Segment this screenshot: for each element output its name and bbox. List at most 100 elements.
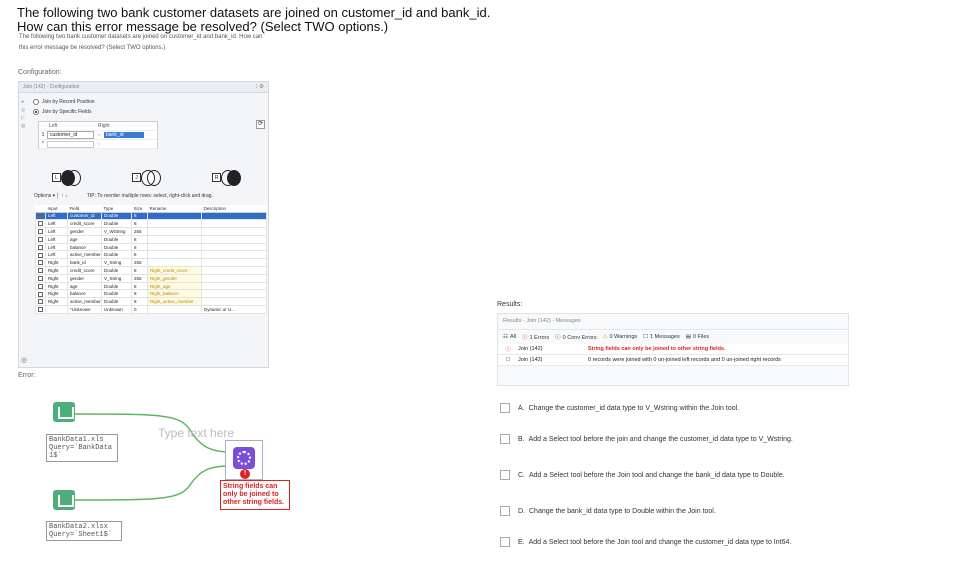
option-checkbox[interactable] — [500, 434, 510, 444]
options-button[interactable]: Options ▾ │ ↑ ↓ — [34, 193, 67, 199]
cell-size[interactable]: 8 — [131, 266, 148, 275]
checkbox-icon[interactable] — [38, 236, 43, 242]
cell-size[interactable]: 8 — [131, 211, 148, 221]
cell-field[interactable]: *Unknown — [67, 305, 102, 314]
field-row[interactable]: Right balance Double 8 Right_balance — [35, 289, 267, 299]
field-row[interactable]: Right age Double 8 Right_age — [35, 281, 267, 291]
cell-size[interactable]: 255 — [131, 258, 148, 268]
cell-check[interactable] — [35, 234, 46, 244]
cell-field[interactable]: balance — [67, 289, 102, 299]
cell-rename[interactable] — [147, 305, 202, 314]
cell-rename[interactable] — [147, 227, 202, 236]
cell-size[interactable]: 8 — [131, 219, 148, 229]
cell-size[interactable]: 8 — [131, 242, 148, 252]
cell-desc[interactable] — [201, 234, 267, 244]
option-checkbox[interactable] — [500, 470, 510, 480]
cell-rename[interactable] — [147, 242, 202, 252]
field-row[interactable]: Left credit_score Double 8 — [35, 219, 267, 229]
cell-size[interactable]: 255 — [131, 273, 148, 283]
cell-check[interactable] — [35, 297, 46, 307]
cell-input[interactable]: Left — [45, 242, 68, 252]
checkbox-icon[interactable] — [38, 307, 43, 313]
cell-check[interactable] — [35, 266, 46, 275]
field-row[interactable]: Left customer_id Double 8 — [35, 211, 267, 221]
cell-field[interactable]: bank_id — [67, 258, 102, 268]
cell-type[interactable]: Double — [101, 297, 132, 307]
join-tool-icon[interactable]: ! — [225, 440, 263, 480]
col-input[interactable]: Input — [45, 205, 68, 213]
cell-check[interactable] — [35, 305, 46, 314]
cell-desc[interactable] — [201, 219, 267, 229]
filter-3[interactable]: ⚠ 0 Warnings — [603, 334, 638, 340]
cell-desc[interactable] — [201, 273, 267, 283]
cell-field[interactable]: active_member — [67, 250, 102, 260]
answer-option-e[interactable]: E. Add a Select tool before the Join tool… — [500, 537, 860, 565]
cell-size[interactable]: 8 — [131, 281, 148, 291]
cell-input[interactable] — [45, 305, 68, 314]
col-type[interactable]: Type — [101, 205, 132, 213]
cell-input[interactable]: Right — [45, 297, 68, 307]
result-row[interactable]: ⓘ Join (142) String fields can only be joi… — [498, 344, 848, 355]
result-row[interactable]: ☐ Join (142) 0 records were joined with 0 … — [498, 355, 848, 366]
cell-check[interactable] — [35, 250, 46, 260]
cell-type[interactable]: V_WString — [101, 227, 132, 236]
field-row[interactable]: Left age Double 8 — [35, 234, 267, 244]
cell-size[interactable]: 8 — [131, 297, 148, 307]
cell-size[interactable]: 8 — [131, 289, 148, 299]
cell-desc[interactable] — [201, 258, 267, 268]
checkbox-icon[interactable] — [38, 283, 43, 289]
checkbox-icon[interactable] — [38, 260, 43, 266]
refresh-icon[interactable]: ⟳ — [256, 120, 265, 129]
cell-check[interactable] — [35, 273, 46, 283]
cell-field[interactable]: credit_score — [67, 266, 102, 275]
input-tool-1-icon[interactable] — [53, 402, 75, 422]
cell-desc[interactable] — [201, 297, 267, 307]
cell-input[interactable]: Left — [45, 227, 68, 236]
field-row[interactable]: Right gender V_String 255 Right_gender — [35, 273, 267, 283]
cell-size[interactable]: 0 — [131, 305, 148, 314]
cell-size[interactable]: 255 — [131, 227, 148, 236]
filter-5[interactable]: ▤ 0 Files — [686, 334, 709, 340]
cell-check[interactable] — [35, 258, 46, 268]
cell-type[interactable]: Double — [101, 289, 132, 299]
cell-desc[interactable] — [201, 211, 267, 221]
checkbox-icon[interactable] — [38, 268, 43, 274]
cell-input[interactable]: Left — [45, 219, 68, 229]
cell-check[interactable] — [35, 289, 46, 299]
checkbox-icon[interactable] — [38, 221, 43, 227]
left-output-toggle[interactable]: L — [52, 170, 82, 186]
filter-4[interactable]: ☐ 1 Messages — [643, 334, 680, 340]
checkbox-icon[interactable] — [38, 291, 43, 297]
left-field-select-empty[interactable] — [47, 140, 94, 148]
pin-icon[interactable]: ⁝ ⊕ — [255, 83, 264, 90]
cell-input[interactable]: Right — [45, 273, 68, 283]
checkbox-icon[interactable] — [38, 299, 43, 305]
cell-desc[interactable]: Dynamic or U... — [201, 305, 267, 314]
cell-rename[interactable]: Right_credit_score — [147, 266, 202, 275]
cell-type[interactable]: Double — [101, 211, 132, 221]
field-row[interactable]: Right active_member Double 8 Right_active_me… — [35, 297, 267, 307]
checkbox-icon[interactable] — [38, 252, 43, 258]
option-checkbox[interactable] — [500, 506, 510, 516]
cell-desc[interactable] — [201, 281, 267, 291]
cell-input[interactable]: Right — [45, 266, 68, 275]
cell-input[interactable]: Right — [45, 258, 68, 268]
checkbox-icon[interactable] — [38, 229, 43, 235]
filter-0[interactable]: ☷ All — [503, 334, 516, 340]
inner-output-toggle[interactable]: J — [132, 170, 162, 186]
cell-rename[interactable]: Right_age — [147, 281, 202, 291]
cell-field[interactable]: age — [67, 234, 102, 244]
join-row-empty[interactable]: * ⇔ — [39, 140, 157, 149]
answer-option-a[interactable]: A. Change the customer_id data type to V_… — [500, 403, 860, 431]
cell-check[interactable] — [35, 281, 46, 291]
field-row[interactable]: Right credit_score Double 8 Right_credit_sco… — [35, 266, 267, 275]
field-row[interactable]: Left balance Double 8 — [35, 242, 267, 252]
field-row[interactable]: Left gender V_WString 255 — [35, 227, 267, 236]
cell-rename[interactable]: Right_active_member — [147, 297, 202, 307]
cell-desc[interactable] — [201, 250, 267, 260]
cell-input[interactable]: Left — [45, 234, 68, 244]
cell-input[interactable]: Left — [45, 211, 68, 221]
cell-type[interactable]: V_String — [101, 273, 132, 283]
cell-size[interactable]: 8 — [131, 250, 148, 260]
cell-type[interactable]: Double — [101, 250, 132, 260]
